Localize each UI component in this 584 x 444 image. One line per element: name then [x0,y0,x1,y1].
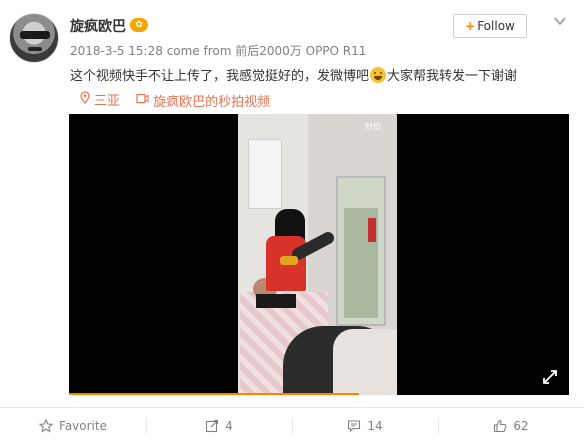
like-button[interactable]: 62 [438,408,584,444]
action-bar: Favorite 4 14 62 [0,407,584,444]
post-source: come from 前后2000万 OPPO R11 [166,44,367,58]
plus-icon: + [465,19,476,33]
video-frame: 秒拍 [238,114,397,395]
laughing-emoji-icon [370,67,387,83]
location-pin-icon [80,91,90,108]
post-meta: 2018-3-5 15:28 come from 前后2000万 OPPO R1… [70,42,366,59]
chevron-down-icon[interactable] [553,14,567,28]
username[interactable]: 旋疯欧巴 [70,16,126,36]
video-source-label: 旋疯欧巴的秒拍视频 [153,95,271,110]
comment-icon [347,419,361,433]
location-label: 三亚 [94,94,121,109]
follow-button[interactable]: + Follow [453,14,527,38]
post-text-part-1: 这个视频快手不让上传了，我感觉挺好的，发微博吧 [70,69,370,84]
fullscreen-icon[interactable] [542,369,558,385]
repost-icon [205,419,219,433]
star-icon [39,419,54,433]
avatar-mouth [28,47,42,51]
repost-count: 4 [225,419,233,433]
avatar-glasses [20,31,50,39]
video-scene-red-object [368,218,376,242]
video-source-tag[interactable]: 旋疯欧巴的秒拍视频 [136,91,270,110]
follow-label: Follow [477,19,515,33]
location-tag[interactable]: 三亚 [80,90,120,109]
video-scene-box [256,294,296,308]
post-date[interactable]: 2018-3-5 15:28 [70,44,163,58]
favorite-label: Favorite [59,419,107,433]
comment-count: 14 [367,419,383,433]
video-watermark: 秒拍 [365,122,381,131]
favorite-button[interactable]: Favorite [0,408,146,444]
post-text-part-2: 大家帮我转发一下谢谢 [387,69,518,84]
post-text: 这个视频快手不让上传了，我感觉挺好的，发微博吧 大家帮我转发一下谢谢 [70,65,517,84]
video-scene-ac [248,139,282,209]
video-scene-chainsaw-handle [280,256,298,265]
video-progress-bar[interactable] [69,393,359,395]
comment-button[interactable]: 14 [292,408,438,444]
video-scene-door [336,176,386,326]
avatar[interactable] [9,13,59,63]
weibo-post-card: 旋疯欧巴 ✿ + Follow 2018-3-5 15:28 come from … [0,0,584,444]
vip-badge-icon: ✿ [130,18,148,32]
video-player[interactable]: 秒拍 [69,114,569,395]
like-count: 62 [513,419,529,433]
thumbs-up-icon [493,419,507,433]
video-scene-foreground-arm [333,329,397,395]
video-icon [136,93,149,108]
post-tags: 三亚 旋疯欧巴的秒拍视频 [80,90,282,110]
repost-button[interactable]: 4 [146,408,292,444]
